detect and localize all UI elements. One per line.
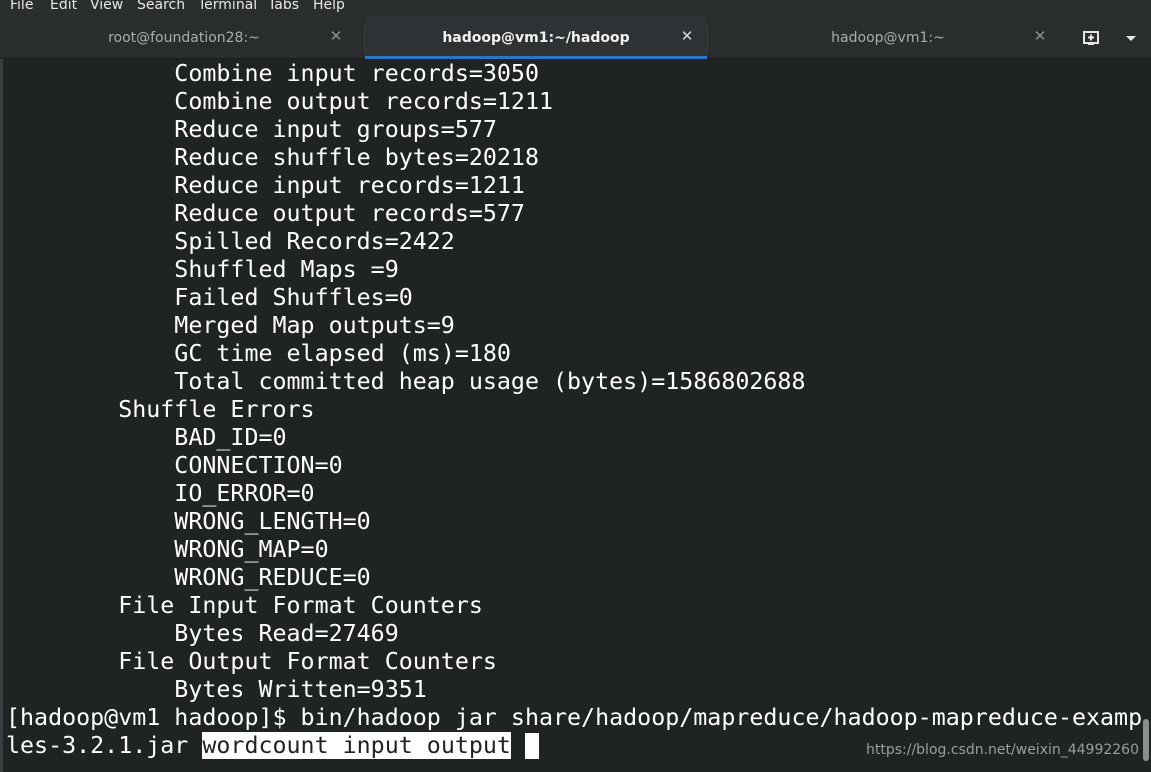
menu-terminal[interactable]: Terminal (198, 0, 257, 14)
new-tab-icon[interactable] (1079, 26, 1103, 50)
window-edge (0, 59, 3, 772)
terminal-line: Reduce output records=577 (6, 200, 525, 227)
terminal-line: Reduce input groups=577 (6, 116, 497, 143)
scrollbar[interactable] (1143, 719, 1149, 761)
terminal-line: Reduce input records=1211 (6, 172, 525, 199)
selected-text[interactable]: wordcount input output (202, 732, 511, 759)
terminal-line: Shuffled Maps =9 (6, 256, 399, 283)
command-text: les-3.2.1.jar (6, 732, 203, 759)
terminal-line: WRONG_REDUCE=0 (6, 564, 371, 591)
tab-bar: root@foundation28:~ ✕ hadoop@vm1:~/hadoo… (0, 17, 1151, 59)
command-line: [hadoop@vm1 hadoop]$ bin/hadoop jar shar… (6, 704, 1143, 731)
close-icon[interactable]: ✕ (679, 28, 695, 44)
tab-hadoop-vm1-hadoop[interactable]: hadoop@vm1:~/hadoop ✕ (365, 17, 707, 59)
command-line-continued: les-3.2.1.jar wordcount input output (6, 732, 539, 760)
tab-hadoop-vm1[interactable]: hadoop@vm1:~ ✕ (708, 17, 1068, 59)
menu-tabs[interactable]: Tabs (268, 0, 299, 14)
terminal-line: Reduce shuffle bytes=20218 (6, 144, 539, 171)
tab-label: root@foundation28:~ (108, 30, 260, 46)
terminal-line: GC time elapsed (ms)=180 (6, 340, 511, 367)
terminal-line: WRONG_LENGTH=0 (6, 508, 371, 535)
terminal-line: Spilled Records=2422 (6, 228, 455, 255)
terminal-line: Combine output records=1211 (6, 88, 554, 115)
terminal-line: CONNECTION=0 (6, 452, 343, 479)
tab-root-foundation28[interactable]: root@foundation28:~ ✕ (4, 17, 364, 59)
terminal-line: File Output Format Counters (6, 648, 497, 675)
terminal-line: Merged Map outputs=9 (6, 312, 455, 339)
terminal-line: IO_ERROR=0 (6, 480, 315, 507)
watermark: https://blog.csdn.net/weixin_44992260 (865, 742, 1139, 758)
terminal-line: WRONG_MAP=0 (6, 536, 329, 563)
close-icon[interactable]: ✕ (1032, 28, 1048, 44)
terminal-cursor (524, 733, 539, 759)
terminal-line: Bytes Read=27469 (6, 620, 399, 647)
menu-file[interactable]: File (10, 0, 33, 14)
menu-help[interactable]: Help (313, 0, 345, 14)
terminal-line: Combine input records=3050 (6, 60, 539, 87)
close-icon[interactable]: ✕ (328, 28, 344, 44)
menu-bar: File Edit View Search Terminal Tabs Help (0, 0, 1151, 17)
terminal-line: Failed Shuffles=0 (6, 284, 413, 311)
terminal-line: Bytes Written=9351 (6, 676, 427, 703)
terminal-line: Total committed heap usage (bytes)=15868… (6, 368, 806, 395)
terminal-line: File Input Format Counters (6, 592, 483, 619)
tab-label: hadoop@vm1:~/hadoop (442, 30, 630, 46)
chevron-down-icon[interactable] (1119, 26, 1143, 50)
terminal-line: BAD_ID=0 (6, 424, 287, 451)
menu-view[interactable]: View (90, 0, 123, 14)
tab-label: hadoop@vm1:~ (831, 30, 945, 46)
terminal-line: Shuffle Errors (6, 396, 315, 423)
menu-search[interactable]: Search (137, 0, 185, 14)
menu-edit[interactable]: Edit (50, 0, 77, 14)
terminal-view[interactable]: Combine input records=3050 Combine outpu… (0, 59, 1151, 772)
